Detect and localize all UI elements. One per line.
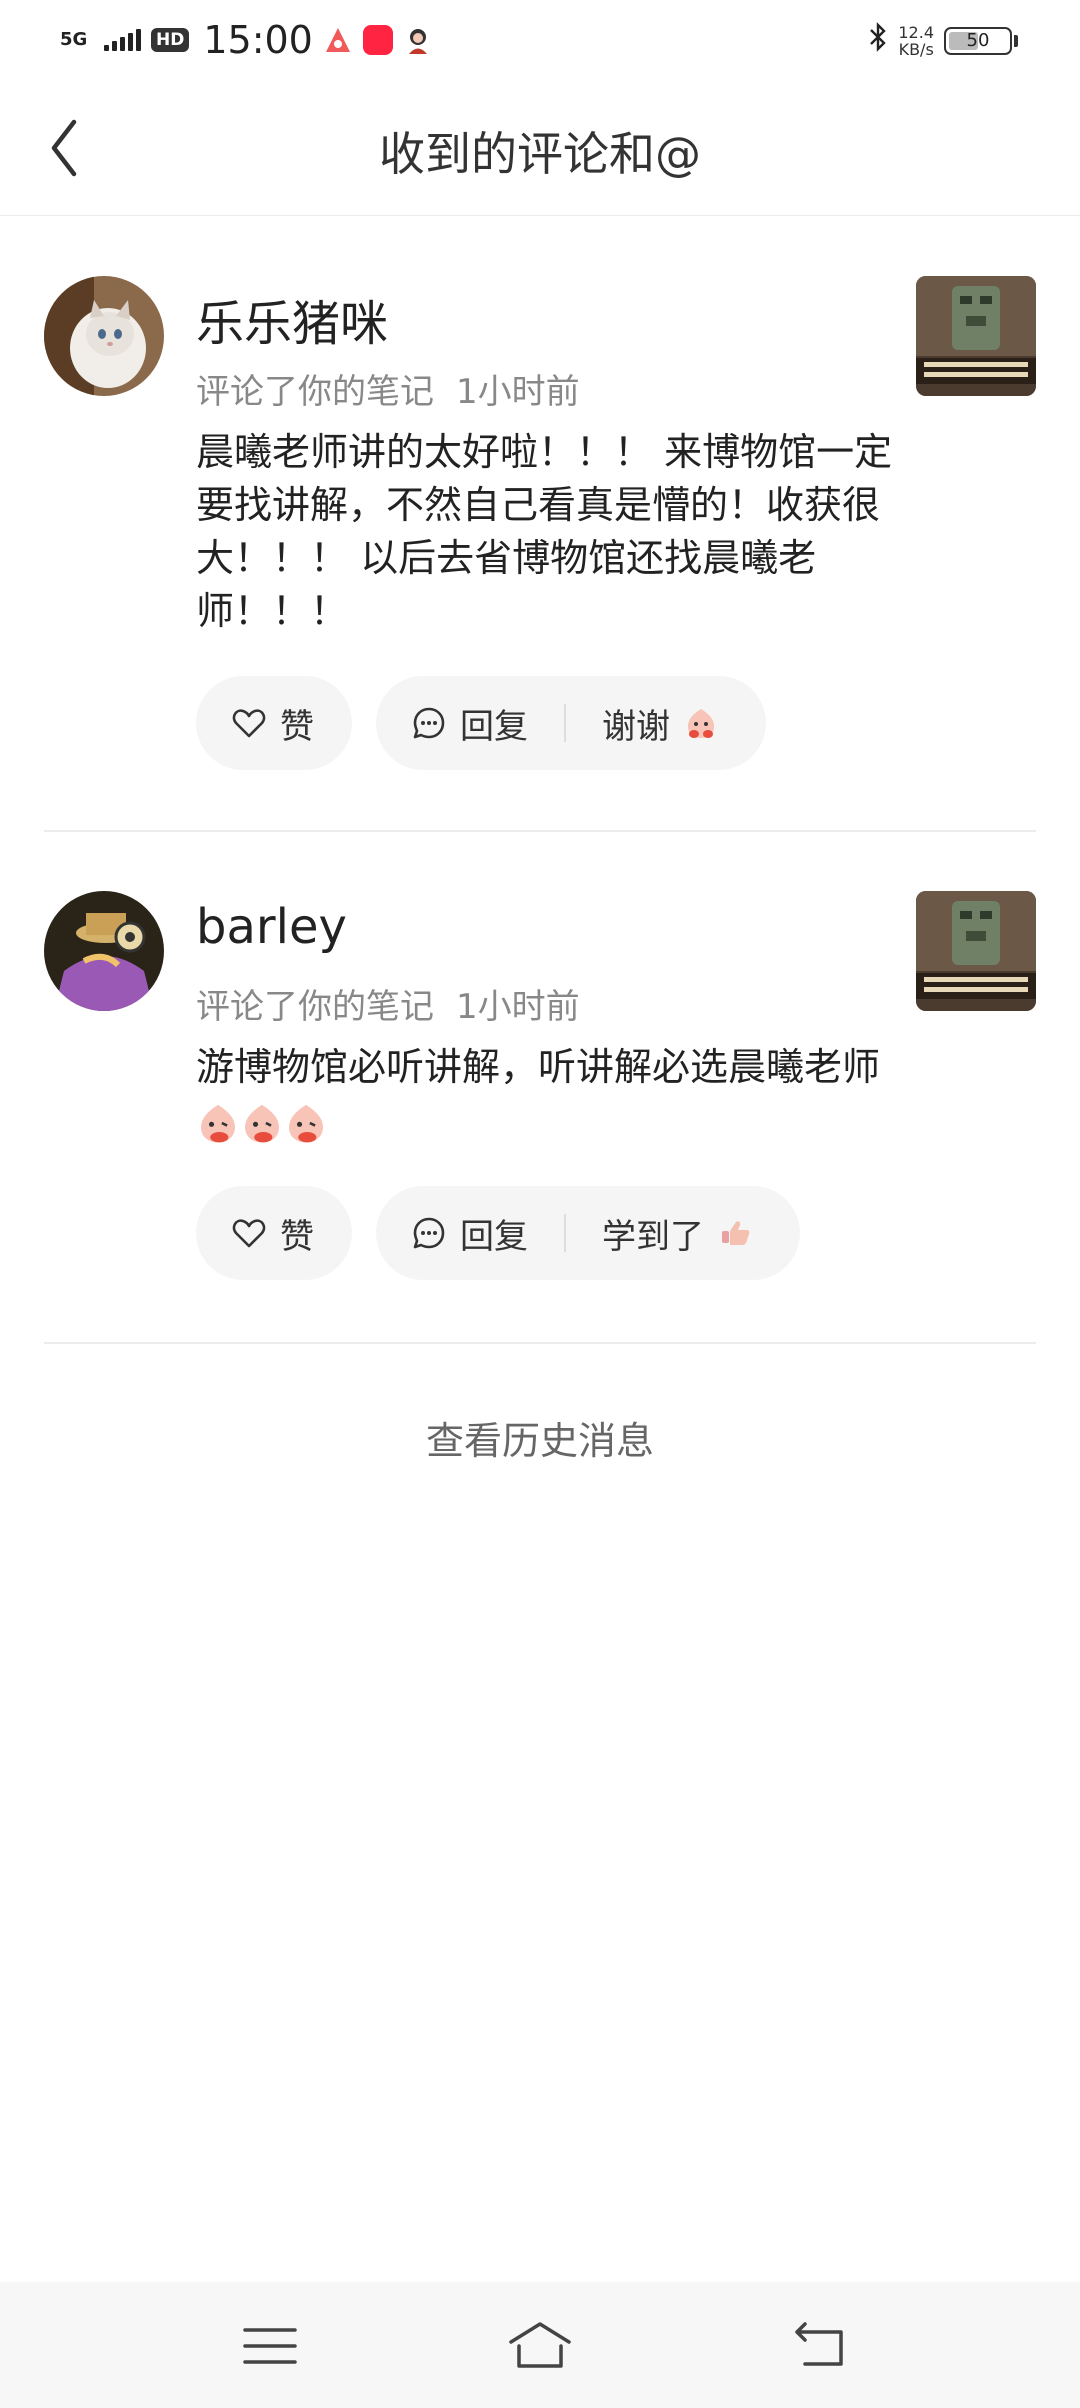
peach-blush-emoji (196, 1101, 240, 1145)
xiaohongshu-notification-icon (362, 25, 393, 55)
comment-action: 评论了你的笔记 (196, 987, 434, 1027)
reply-button[interactable]: 回复 (412, 1209, 528, 1258)
peach-hands-emoji (684, 706, 718, 740)
comment-icon (413, 707, 445, 739)
page-title: 收到的评论和@ (379, 127, 701, 181)
timestamp: 1小时前 (456, 987, 580, 1027)
reply-label: 回复 (460, 706, 528, 747)
username[interactable]: 乐乐猪咪 (196, 284, 388, 354)
return-icon (795, 2322, 843, 2366)
comment-meta: 评论了你的笔记 1小时前 (196, 979, 580, 1028)
reply-group: 回复 学到了 (376, 1186, 800, 1280)
quick-reply-label: 学到了 (602, 1216, 704, 1257)
like-label: 赞 (280, 1216, 314, 1257)
timestamp: 1小时前 (456, 372, 580, 412)
battery-level: 50 (966, 30, 990, 51)
bluetooth-icon (868, 22, 888, 60)
menu-icon (243, 2328, 297, 2364)
clock: 15:00 (203, 18, 313, 62)
system-nav-bar (0, 2282, 1080, 2408)
app-notification-icon (323, 25, 353, 55)
hd-badge: HD (151, 28, 190, 52)
heart-icon (232, 1219, 266, 1248)
avatar-notification-icon (403, 25, 433, 55)
comment-icon (413, 1217, 445, 1249)
network-speed: 12.4 KB/s (898, 23, 934, 59)
home-button[interactable] (505, 2316, 575, 2376)
thumbs-up-emoji (718, 1216, 752, 1250)
like-label: 赞 (280, 706, 314, 747)
note-thumbnail[interactable] (916, 276, 1036, 396)
back-nav-button[interactable] (785, 2316, 855, 2376)
comment-text-body: 游博物馆必听讲解，听讲解必选晨曦老师 (196, 1045, 881, 1089)
peach-blush-emoji (240, 1101, 284, 1145)
comment-actions: 赞 回复 学到了 (196, 1186, 800, 1280)
quick-reply-label: 谢谢 (602, 706, 670, 747)
like-button[interactable]: 赞 (196, 676, 352, 770)
username[interactable]: barley (196, 899, 347, 955)
menu-button[interactable] (235, 2316, 305, 2376)
view-history-link[interactable]: 查看历史消息 (0, 1410, 1080, 1465)
home-icon (509, 2322, 571, 2368)
heart-icon (232, 709, 266, 738)
status-bar: 5G HD 15:00 12.4 KB/s 50 (0, 0, 1080, 82)
signal-icon (104, 29, 141, 51)
avatar[interactable] (44, 276, 164, 396)
comment-actions: 赞 回复 谢谢 (196, 676, 766, 770)
comment-action: 评论了你的笔记 (196, 372, 434, 412)
quick-reply-button[interactable]: 学到了 (602, 1209, 752, 1258)
avatar[interactable] (44, 891, 164, 1011)
divider (44, 1342, 1036, 1344)
peach-blush-emoji (284, 1101, 328, 1145)
comment-text[interactable]: 晨曦老师讲的太好啦！！！ 来博物馆一定要找讲解，不然自己看真是懵的！收获很大！！… (196, 426, 916, 638)
divider (44, 830, 1036, 832)
comment-text[interactable]: 游博物馆必听讲解，听讲解必选晨曦老师 (196, 1041, 916, 1147)
reply-group: 回复 谢谢 (376, 676, 766, 770)
reply-label: 回复 (460, 1216, 528, 1257)
battery-icon: 50 (944, 27, 1012, 55)
network-type: 5G (60, 29, 88, 50)
note-thumbnail[interactable] (916, 891, 1036, 1011)
quick-reply-button[interactable]: 谢谢 (602, 699, 718, 748)
like-button[interactable]: 赞 (196, 1186, 352, 1280)
reply-button[interactable]: 回复 (412, 699, 528, 748)
comment-meta: 评论了你的笔记 1小时前 (196, 364, 580, 413)
page-header: 收到的评论和@ (0, 82, 1080, 216)
